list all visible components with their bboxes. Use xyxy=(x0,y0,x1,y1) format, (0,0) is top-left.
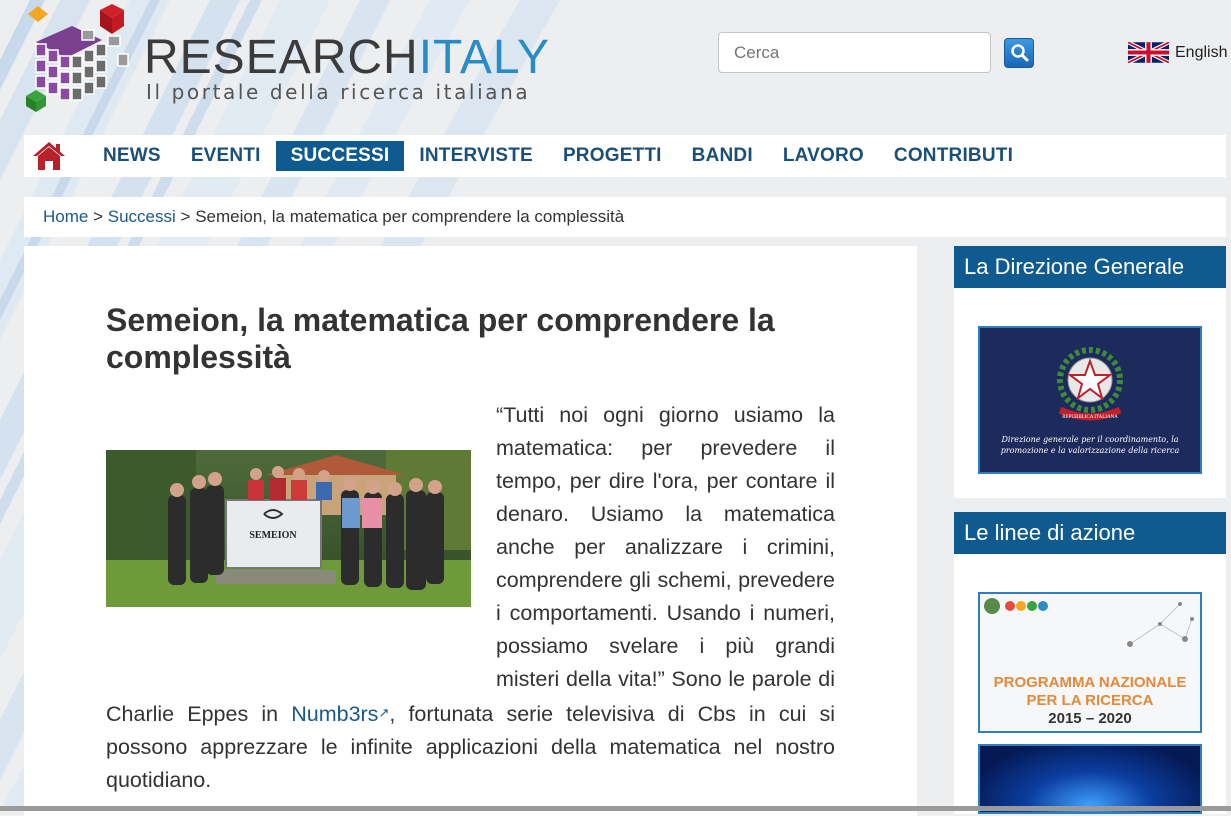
nav-item-progetti[interactable]: PROGETTI xyxy=(548,141,677,171)
sidebar-header-linee: Le linee di azione xyxy=(954,512,1226,554)
nav-item-lavoro[interactable]: LAVORO xyxy=(768,141,879,171)
banner-caption: Direzione generale per il coordinamento,… xyxy=(1000,435,1180,455)
language-label: English xyxy=(1175,43,1228,61)
bottom-edge xyxy=(0,806,1231,811)
sidebar-banner-3[interactable] xyxy=(978,744,1202,814)
site-logo[interactable]: RESEARCHITALY Il portale della ricerca i… xyxy=(22,4,549,124)
nav-item-eventi[interactable]: EVENTI xyxy=(176,141,276,171)
emblem-icon: REPUBBLICA ITALIANA Direzione generale p… xyxy=(1000,347,1180,455)
numb3rs-link[interactable]: Numb3rs↗ xyxy=(291,702,389,726)
main-nav: NEWS EVENTI SUCCESSI INTERVISTE PROGETTI… xyxy=(24,135,1226,177)
search-icon xyxy=(1011,44,1029,62)
logo-subtitle: Il portale della ricerca italiana xyxy=(146,80,531,104)
uk-flag-icon xyxy=(1128,42,1169,63)
nav-item-bandi[interactable]: BANDI xyxy=(677,141,768,171)
search-input[interactable] xyxy=(718,32,991,73)
home-icon[interactable] xyxy=(32,140,66,172)
group-photo: SEMEION xyxy=(106,450,471,607)
pnr-banner[interactable]: PROGRAMMA NAZIONALE PER LA RICERCA 2015 … xyxy=(978,592,1202,733)
logo-cube-icon xyxy=(26,4,129,112)
nav-item-contributi[interactable]: CONTRIBUTI xyxy=(879,141,1028,171)
breadcrumb-current: Semeion, la matematica per comprendere l… xyxy=(195,207,625,226)
pnr-years: 2015 – 2020 xyxy=(1048,710,1132,727)
external-link-icon: ↗ xyxy=(378,705,390,720)
pnr-title: PROGRAMMA NAZIONALE PER LA RICERCA xyxy=(993,674,1187,709)
nav-item-news[interactable]: NEWS xyxy=(88,141,176,171)
search-button[interactable] xyxy=(1004,38,1034,68)
emblem-text: REPUBBLICA ITALIANA xyxy=(1062,415,1118,420)
breadcrumb: Home > Successi > Semeion, la matematica… xyxy=(24,197,1226,237)
breadcrumb-separator: > xyxy=(180,207,191,226)
breadcrumb-home-link[interactable]: Home xyxy=(43,207,88,226)
direzione-generale-banner[interactable]: REPUBBLICA ITALIANA Direzione generale p… xyxy=(978,326,1202,474)
nav-item-successi[interactable]: SUCCESSI xyxy=(275,141,405,171)
article-title: Semeion, la matematica per comprendere l… xyxy=(106,302,775,375)
nav-item-interviste[interactable]: INTERVISTE xyxy=(404,141,548,171)
photo-sign-text: SEMEION xyxy=(249,530,297,541)
sidebar-header-direzione: La Direzione Generale xyxy=(954,246,1226,288)
breadcrumb-section-link[interactable]: Successi xyxy=(108,207,176,226)
logo-title: RESEARCHITALY xyxy=(144,31,550,84)
language-switch[interactable]: English xyxy=(1128,42,1227,63)
article-container: Semeion, la matematica per comprendere l… xyxy=(24,246,917,816)
breadcrumb-separator: > xyxy=(93,207,104,226)
